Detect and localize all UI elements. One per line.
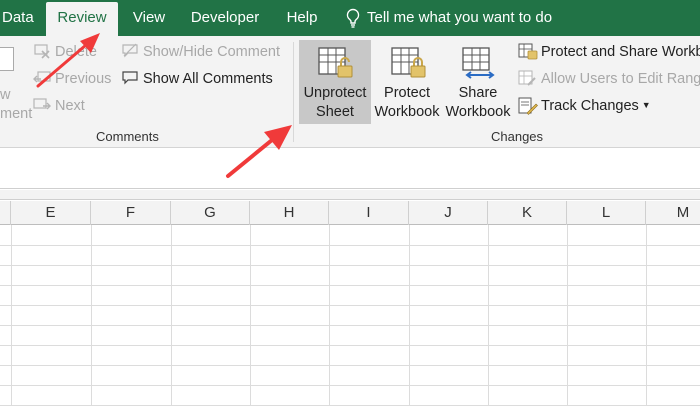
grid-line	[329, 225, 330, 406]
protect-workbook-line2: Workbook	[374, 104, 440, 120]
grid-line	[171, 225, 172, 406]
sheet-spacer	[0, 190, 700, 200]
dropdown-caret-icon: ▼	[641, 100, 651, 110]
grid-line	[91, 225, 92, 406]
grid-line	[0, 325, 700, 326]
column-header-k[interactable]: K	[488, 201, 567, 225]
grid-line	[0, 365, 700, 366]
column-header-i[interactable]: I	[329, 201, 409, 225]
column-header-f[interactable]: F	[91, 201, 171, 225]
protect-workbook-line1: Protect	[384, 85, 430, 101]
grid-line	[0, 285, 700, 286]
show-hide-comment-icon	[122, 43, 138, 58]
protect-workbook-button[interactable]: Protect Workbook	[372, 40, 442, 124]
tab-view[interactable]: View	[124, 0, 174, 36]
ribbon-tab-bar: Data Review View Developer Help Tell me …	[0, 0, 700, 36]
column-header-e[interactable]: E	[11, 201, 91, 225]
new-comment-button-partial[interactable]	[0, 47, 14, 71]
protect-workbook-icon	[391, 47, 426, 78]
track-changes-icon	[518, 97, 538, 115]
protect-share-icon	[518, 43, 538, 60]
allow-users-edit-icon	[518, 70, 536, 86]
share-workbook-button[interactable]: Share Workbook	[443, 40, 513, 124]
changes-group-label: Changes	[491, 129, 544, 144]
tab-data[interactable]: Data	[0, 0, 40, 36]
track-changes-button[interactable]: Track Changes ▼	[541, 98, 651, 114]
delete-comment-icon	[34, 44, 50, 59]
unprotect-sheet-button[interactable]: Unprotect Sheet	[299, 40, 371, 124]
row-header-corner[interactable]	[0, 201, 11, 225]
next-comment-icon	[33, 98, 51, 110]
show-all-comments-icon	[122, 71, 138, 85]
previous-comment-icon	[33, 71, 51, 83]
grid-line	[567, 225, 568, 406]
grid-line	[0, 265, 700, 266]
tell-me-text: Tell me what you want to do	[367, 9, 553, 26]
grid-line	[0, 385, 700, 386]
unprotect-sheet-line1: Unprotect	[303, 85, 367, 101]
group-separator	[293, 42, 294, 142]
delete-comment-button[interactable]: Delete	[55, 44, 97, 60]
unprotect-sheet-icon	[318, 47, 353, 78]
show-hide-comment-button[interactable]: Show/Hide Comment	[143, 44, 280, 60]
grid-line	[488, 225, 489, 406]
next-comment-button[interactable]: Next	[55, 98, 85, 114]
grid-line	[646, 225, 647, 406]
grid-line	[0, 305, 700, 306]
tab-help[interactable]: Help	[278, 0, 326, 36]
protect-share-workbook-button[interactable]: Protect and Share Workbook	[541, 44, 700, 60]
column-header-l[interactable]: L	[567, 201, 646, 225]
show-all-comments-button[interactable]: Show All Comments	[143, 71, 273, 87]
left-partial-line1: w	[0, 87, 11, 103]
worksheet-grid[interactable]	[0, 225, 700, 406]
column-header-j[interactable]: J	[409, 201, 488, 225]
tell-me-search[interactable]: Tell me what you want to do	[345, 0, 565, 36]
lightbulb-icon	[346, 8, 360, 28]
left-partial-line2: ment	[0, 106, 33, 122]
tab-review[interactable]: Review	[46, 2, 118, 36]
track-changes-label: Track Changes	[541, 98, 639, 114]
grid-line	[0, 245, 700, 246]
grid-line	[250, 225, 251, 406]
formula-bar[interactable]	[0, 149, 700, 189]
ribbon: w ment Delete Previous Next Show/Hide Co…	[0, 36, 700, 148]
share-workbook-line2: Workbook	[445, 104, 511, 120]
grid-line	[11, 225, 12, 406]
tab-developer[interactable]: Developer	[180, 0, 270, 36]
unprotect-sheet-line2: Sheet	[316, 104, 354, 120]
column-headers: E F G H I J K L M	[0, 201, 700, 225]
previous-comment-button[interactable]: Previous	[55, 71, 111, 87]
share-workbook-icon	[462, 47, 495, 79]
comments-group-label: Comments	[96, 129, 159, 144]
column-header-m[interactable]: M	[646, 201, 700, 225]
column-header-h[interactable]: H	[250, 201, 329, 225]
share-workbook-line1: Share	[458, 85, 498, 101]
grid-line	[0, 345, 700, 346]
grid-line	[409, 225, 410, 406]
column-header-g[interactable]: G	[171, 201, 250, 225]
allow-users-edit-ranges-button[interactable]: Allow Users to Edit Ranges	[541, 71, 700, 87]
